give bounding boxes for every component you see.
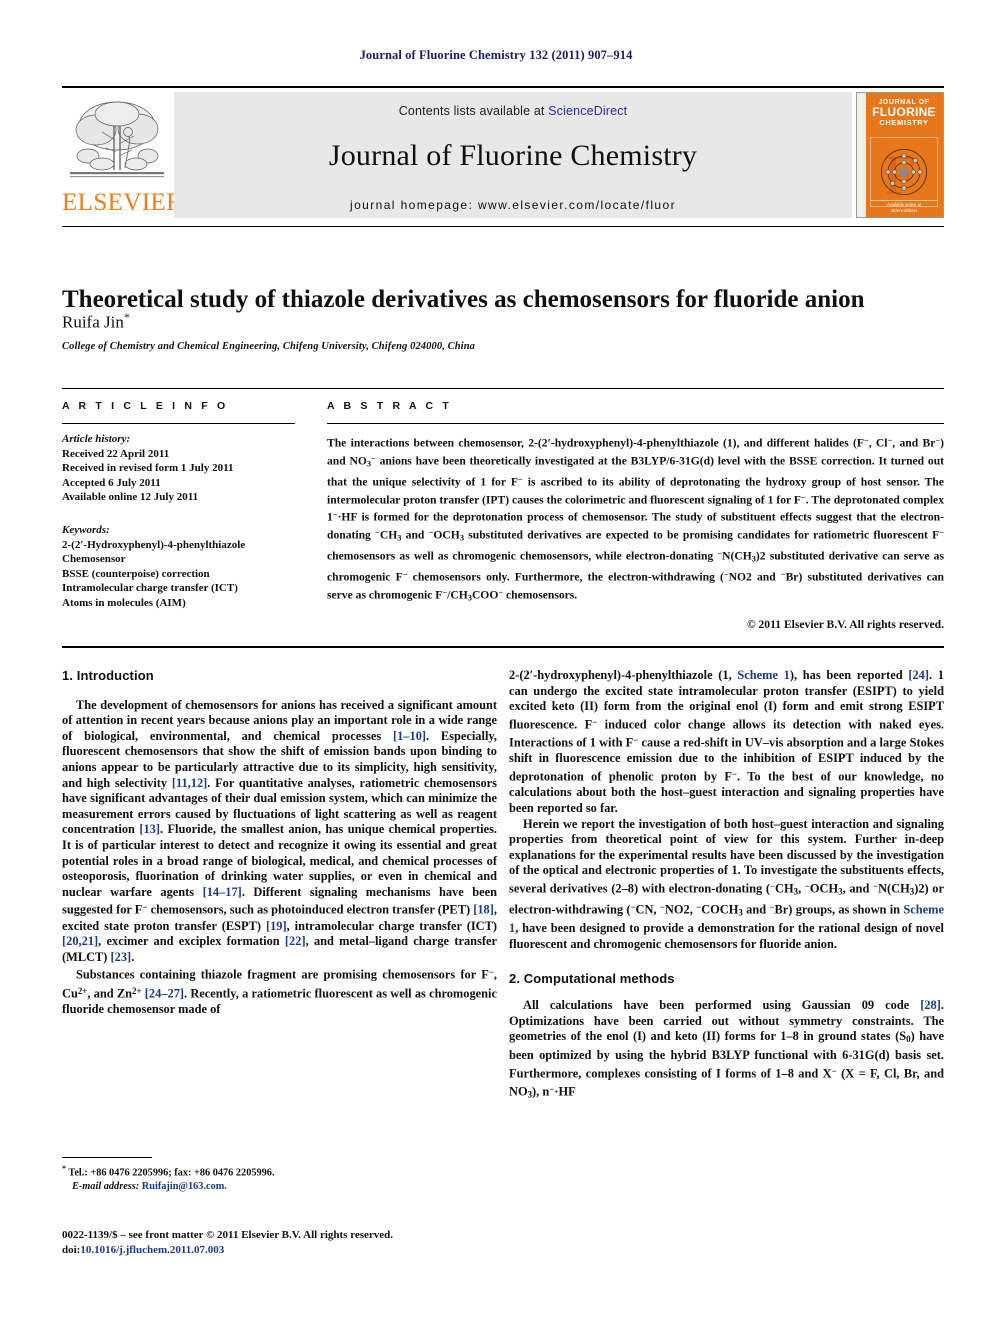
cover-footer-line2: ScienceDirect xyxy=(891,208,917,214)
journal-homepage-line[interactable]: journal homepage: www.elsevier.com/locat… xyxy=(174,198,852,212)
abstract-text: The interactions between chemosensor, 2-… xyxy=(327,436,945,603)
doi-label: doi: xyxy=(62,1243,81,1256)
paragraph: Herein we report the investigation of bo… xyxy=(509,816,944,952)
abstract-heading: A B S T R A C T xyxy=(327,400,452,412)
contents-available-line: Contents lists available at ScienceDirec… xyxy=(174,92,852,118)
elsevier-logo: ELSEVIER xyxy=(62,92,184,218)
keyword-item: Intramolecular charge transfer (ICT) xyxy=(62,582,238,595)
paragraph: 2-(2′-hydroxyphenyl)-4-phenylthiazole (1… xyxy=(509,668,945,815)
keyword-item: 2-(2′-Hydroxyphenyl)-4-phenylthiazole xyxy=(62,538,246,551)
history-item: Received 22 April 2011 xyxy=(62,447,170,460)
footnote-text: * Tel.: +86 0476 2205996; fax: +86 0476 … xyxy=(62,1162,497,1193)
email-label: E-mail address: xyxy=(72,1180,140,1192)
paragraph: The development of chemosensors for anio… xyxy=(62,697,497,964)
history-item: Received in revised form 1 July 2011 xyxy=(62,462,234,475)
author-name: Ruifa Jin* xyxy=(62,310,944,333)
cover-footer: Available online at ScienceDirect xyxy=(871,200,937,214)
footnote-rule xyxy=(62,1157,152,1158)
email-address-link[interactable]: Ruifajin@163.com. xyxy=(142,1181,227,1192)
svg-text:F: F xyxy=(884,145,915,206)
contents-prefix: Contents lists available at xyxy=(398,104,549,118)
doi-link[interactable]: 10.1016/j.jfluchem.2011.07.003 xyxy=(80,1244,224,1256)
cover-atom-artwork: F xyxy=(870,137,938,207)
author-affiliation: College of Chemistry and Chemical Engine… xyxy=(62,341,475,352)
article-info-block: A R T I C L E I N F O Article history: R… xyxy=(62,400,295,611)
cover-title-line3: CHEMISTRY xyxy=(879,117,929,127)
body-column-right: 2-(2′-hydroxyphenyl)-4-phenylthiazole (1… xyxy=(509,668,944,1103)
paper-page: Journal of Fluorine Chemistry 132 (2011)… xyxy=(0,0,992,1323)
article-info-rule xyxy=(62,423,295,424)
keyword-item: Atoms in molecules (AIM) xyxy=(62,596,186,609)
cover-footer-line1: Available online at xyxy=(887,202,921,208)
journal-title: Journal of Fluorine Chemistry xyxy=(328,139,698,172)
keyword-item: Chemosensor xyxy=(62,553,126,566)
divider-below-abstract xyxy=(62,646,944,648)
history-item: Available online 12 July 2011 xyxy=(62,491,199,504)
section-heading-introduction: 1. Introduction xyxy=(62,668,154,683)
running-head: Journal of Fluorine Chemistry 132 (2011)… xyxy=(359,48,633,62)
sciencedirect-link[interactable]: ScienceDirect xyxy=(548,104,627,118)
keywords-block: Keywords: 2-(2′-Hydroxyphenyl)-4-phenylt… xyxy=(62,523,295,611)
divider-under-masthead xyxy=(62,226,944,227)
paragraph: All calculations have been performed usi… xyxy=(509,998,944,1100)
keywords-label: Keywords: xyxy=(62,523,110,536)
atom-icon: F xyxy=(880,145,928,207)
keyword-item: BSSE (counterpoise) correction xyxy=(62,567,210,580)
article-history-label: Article history: xyxy=(62,433,131,445)
elsevier-tree-icon xyxy=(70,101,164,178)
journal-masthead: ELSEVIER Contents lists available at Sci… xyxy=(62,86,944,218)
masthead-center: Contents lists available at ScienceDirec… xyxy=(174,92,852,218)
article-info-heading: A R T I C L E I N F O xyxy=(62,400,229,412)
abstract-block: A B S T R A C T The interactions between… xyxy=(327,400,944,631)
issn-front-matter: 0022-1139/$ – see front matter © 2011 El… xyxy=(62,1229,394,1241)
footnote-tel: Tel.: +86 0476 2205996; fax: +86 0476 22… xyxy=(68,1167,275,1179)
paragraph: Substances containing thiazole fragment … xyxy=(62,967,497,1017)
footnote-block: * Tel.: +86 0476 2205996; fax: +86 0476 … xyxy=(62,1157,497,1193)
article-history: Article history: Received 22 April 2011 … xyxy=(62,432,295,505)
doi-line: doi:10.1016/j.jfluchem.2011.07.003 xyxy=(62,1243,522,1258)
cover-side-band xyxy=(857,93,866,217)
body-column-left: 1. Introduction The development of chemo… xyxy=(62,668,497,1018)
corresponding-author-marker[interactable]: * xyxy=(124,310,130,324)
imprint-block: 0022-1139/$ – see front matter © 2011 El… xyxy=(62,1228,522,1257)
history-item: Accepted 6 July 2011 xyxy=(62,476,161,489)
section-heading-computational-methods: 2. Computational methods xyxy=(509,970,675,986)
author-label: Ruifa Jin xyxy=(62,312,124,332)
abstract-copyright: © 2011 Elsevier B.V. All rights reserved… xyxy=(746,618,944,632)
journal-cover-thumbnail: JOURNAL OF FLUORINE CHEMISTRY F Availabl… xyxy=(856,92,944,218)
footnote-marker: * xyxy=(62,1164,66,1173)
divider-above-abstract xyxy=(62,388,944,389)
cover-title: JOURNAL OF FLUORINE CHEMISTRY xyxy=(868,99,940,127)
abstract-rule xyxy=(327,423,944,424)
elsevier-wordmark: ELSEVIER xyxy=(62,189,184,216)
